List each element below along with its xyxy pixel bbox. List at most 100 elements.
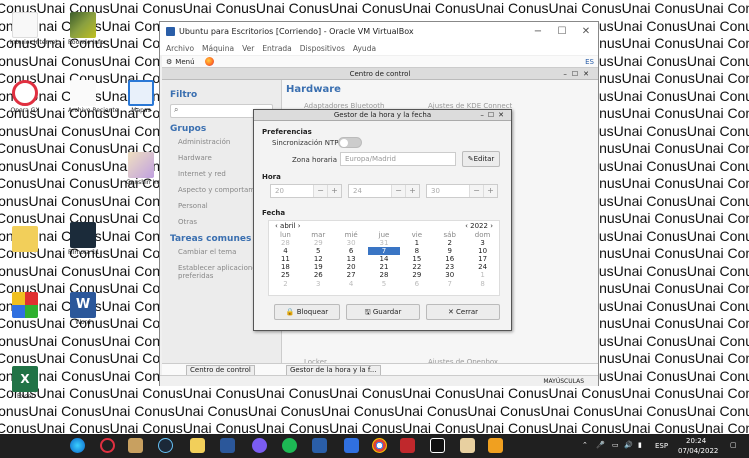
calendar-day[interactable]: 7: [433, 280, 466, 288]
calendar-day[interactable]: 22: [400, 263, 433, 271]
desktop-icon-maps[interactable]: Mapas: [126, 80, 156, 114]
calendar-day[interactable]: 26: [302, 271, 335, 279]
menu-ayuda[interactable]: Ayuda: [353, 44, 376, 53]
calendar-day[interactable]: 14: [368, 255, 401, 263]
lock-button[interactable]: 🔒 Bloquear: [274, 304, 340, 320]
calendar-day[interactable]: 8: [400, 247, 433, 255]
battery-icon[interactable]: ▮: [638, 441, 642, 449]
second-spinner[interactable]: 30− +: [426, 184, 498, 198]
dialog-titlebar[interactable]: Gestor de la hora y la fecha –☐✕: [254, 110, 511, 121]
language-indicator[interactable]: ESP: [655, 442, 668, 450]
calendar-day[interactable]: 3: [466, 239, 499, 247]
messenger-icon[interactable]: [252, 438, 267, 453]
calendar-day[interactable]: 30: [335, 239, 368, 247]
calendar-day[interactable]: 18: [269, 263, 302, 271]
desktop-icon-filmora[interactable]: Filmora 11: [68, 222, 100, 256]
calendar-day[interactable]: 17: [466, 255, 499, 263]
menu-archivo[interactable]: Archivo: [166, 44, 194, 53]
calendar-day[interactable]: 21: [368, 263, 401, 271]
calendar-day[interactable]: 4: [335, 280, 368, 288]
calendar-day[interactable]: 4: [269, 247, 302, 255]
microphone-icon[interactable]: 🎤: [596, 441, 605, 449]
calendar-day[interactable]: 11: [269, 255, 302, 263]
desktop-icon-folder[interactable]: [10, 226, 40, 252]
network-icon[interactable]: ▭: [612, 441, 619, 449]
guest-menu-button[interactable]: Menú: [175, 58, 194, 66]
calendar-day[interactable]: 25: [269, 271, 302, 279]
calendar-day[interactable]: 27: [335, 271, 368, 279]
chrome-icon[interactable]: [372, 438, 387, 453]
keyboard-layout[interactable]: ES: [585, 58, 594, 66]
calendar-day[interactable]: 30: [433, 271, 466, 279]
app-icon-orange[interactable]: [488, 438, 503, 453]
calendar-day[interactable]: 13: [335, 255, 368, 263]
calendar-day[interactable]: 2: [269, 280, 302, 288]
calendar-day[interactable]: 12: [302, 255, 335, 263]
hour-spinner[interactable]: 20− +: [270, 184, 342, 198]
calendar-day[interactable]: 28: [269, 239, 302, 247]
app-icon[interactable]: [344, 438, 359, 453]
calendar-day[interactable]: 19: [302, 263, 335, 271]
calendar-day[interactable]: 28: [368, 271, 401, 279]
dialog-window-controls[interactable]: –☐✕: [480, 110, 508, 121]
calendar-day[interactable]: 7: [367, 247, 401, 256]
menu-ver[interactable]: Ver: [242, 44, 254, 53]
opera-gx-icon[interactable]: [100, 438, 115, 453]
calendar-day[interactable]: 9: [433, 247, 466, 255]
calendar-day[interactable]: 8: [466, 280, 499, 288]
firefox-icon[interactable]: [204, 57, 214, 66]
calendar-day[interactable]: 23: [433, 263, 466, 271]
file-explorer-icon[interactable]: [190, 438, 205, 453]
ntp-toggle[interactable]: [338, 137, 362, 148]
virtualbox-icon[interactable]: [312, 438, 327, 453]
desktop-icon-word[interactable]: W Word: [68, 292, 98, 326]
virtualbox-titlebar[interactable]: Ubuntu para Escritorios [Corriendo] - Or…: [160, 22, 598, 41]
notification-icon[interactable]: ▢: [730, 441, 737, 449]
calendar-day[interactable]: 5: [368, 280, 401, 288]
desktop-icon-genshin[interactable]: Genshin Impact: [126, 152, 173, 186]
menu-dispositivos[interactable]: Dispositivos: [300, 44, 345, 53]
calendar-day[interactable]: 3: [302, 280, 335, 288]
calendar-day[interactable]: 2: [433, 239, 466, 247]
calendar-day[interactable]: 16: [433, 255, 466, 263]
calendar-day[interactable]: 31: [368, 239, 401, 247]
clock-time[interactable]: 20:24: [686, 437, 706, 445]
photo-icon[interactable]: [460, 438, 475, 453]
game-icon[interactable]: [128, 438, 143, 453]
save-button[interactable]: 🖫 Guardar: [346, 304, 420, 320]
menu-entrada[interactable]: Entrada: [262, 44, 291, 53]
word-icon[interactable]: [220, 438, 235, 453]
calendar-day[interactable]: 15: [400, 255, 433, 263]
clock-date[interactable]: 07/04/2022: [678, 447, 718, 455]
minute-spinner[interactable]: 24− +: [348, 184, 420, 198]
desktop-icon-excel[interactable]: X Excel: [10, 366, 40, 400]
year-selector[interactable]: ‹ 2022 ›: [465, 221, 493, 231]
calendar-day[interactable]: 20: [335, 263, 368, 271]
desktop-icon-roonde[interactable]: Roonde Infor: [68, 12, 106, 46]
calendar-day[interactable]: 29: [302, 239, 335, 247]
desktop-icon-archivo[interactable]: Archivo Reciente: [68, 80, 118, 114]
minimize-icon[interactable]: −: [526, 26, 550, 37]
desktop-icon-puzzle[interactable]: [10, 292, 40, 318]
gear-icon[interactable]: ⚙: [166, 58, 172, 66]
menu-maquina[interactable]: Máquina: [202, 44, 234, 53]
timezone-field[interactable]: Europa/Madrid: [340, 152, 456, 166]
calendar[interactable]: ‹ abril › ‹ 2022 › lun mar mié jue vie sáb dom…: [268, 220, 500, 296]
close-icon[interactable]: ✕: [574, 26, 598, 37]
calendar-day[interactable]: 5: [302, 247, 335, 255]
calendar-day[interactable]: 1: [466, 271, 499, 279]
close-button[interactable]: ✕ Cerrar: [426, 304, 500, 320]
window-controls[interactable]: –☐✕: [563, 68, 594, 80]
calendar-day[interactable]: 6: [400, 280, 433, 288]
steam-icon[interactable]: [158, 438, 173, 453]
calendar-day[interactable]: 1: [400, 239, 433, 247]
edge-icon[interactable]: [70, 438, 85, 453]
edit-timezone-button[interactable]: ✎Editar: [462, 151, 500, 167]
chevron-up-icon[interactable]: ⌃: [582, 441, 588, 449]
game-icon-red[interactable]: [400, 438, 415, 453]
volume-icon[interactable]: 🔊: [624, 441, 633, 449]
desktop-icon-interior-internet[interactable]: Interior Internet: [10, 12, 58, 46]
maximize-icon[interactable]: ☐: [550, 26, 574, 37]
calendar-day[interactable]: 29: [400, 271, 433, 279]
calendar-day[interactable]: 6: [335, 247, 368, 255]
